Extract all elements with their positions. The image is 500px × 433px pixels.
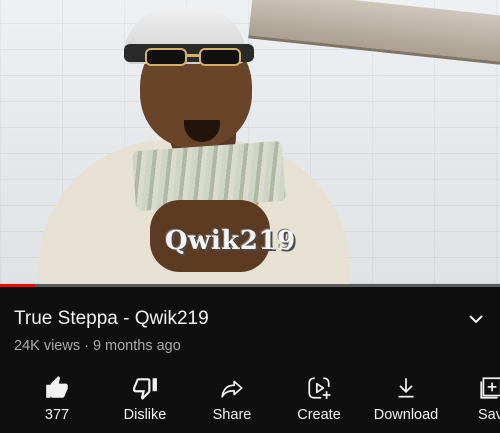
dislike-button[interactable]: Dislike: [105, 370, 185, 430]
video-watermark: Qwik219: [165, 226, 296, 256]
video-meta[interactable]: 24K views · 9 months ago: [14, 338, 181, 354]
download-icon: [398, 378, 414, 398]
chevron-down-icon[interactable]: [466, 309, 486, 329]
action-bar: 377 Dislike Share Create Download Sav: [0, 370, 500, 433]
sunglasses: [145, 48, 241, 66]
meta-separator: ·: [84, 338, 89, 354]
save-icon: [480, 377, 500, 399]
create-button[interactable]: Create: [279, 370, 359, 430]
thumbs-down-icon: [133, 378, 157, 400]
share-label: Share: [212, 407, 252, 423]
create-label: Create: [297, 407, 341, 423]
like-count: 377: [44, 407, 70, 423]
share-button[interactable]: Share: [192, 370, 272, 430]
share-icon: [221, 380, 243, 398]
dislike-label: Dislike: [123, 407, 167, 423]
progress-bar[interactable]: [0, 284, 500, 287]
video-player[interactable]: Qwik219: [0, 0, 500, 284]
thumbs-up-icon: [46, 376, 68, 398]
progress-fill: [0, 284, 35, 287]
save-button[interactable]: Sav: [452, 370, 500, 430]
upload-age: 9 months ago: [92, 338, 181, 354]
save-label: Sav: [478, 407, 500, 423]
download-button[interactable]: Download: [366, 370, 446, 430]
video-title[interactable]: True Steppa - Qwik219: [14, 308, 209, 330]
create-icon: [308, 377, 331, 399]
view-count: 24K views: [14, 338, 81, 354]
like-button[interactable]: 377: [17, 370, 97, 430]
download-label: Download: [373, 407, 439, 423]
